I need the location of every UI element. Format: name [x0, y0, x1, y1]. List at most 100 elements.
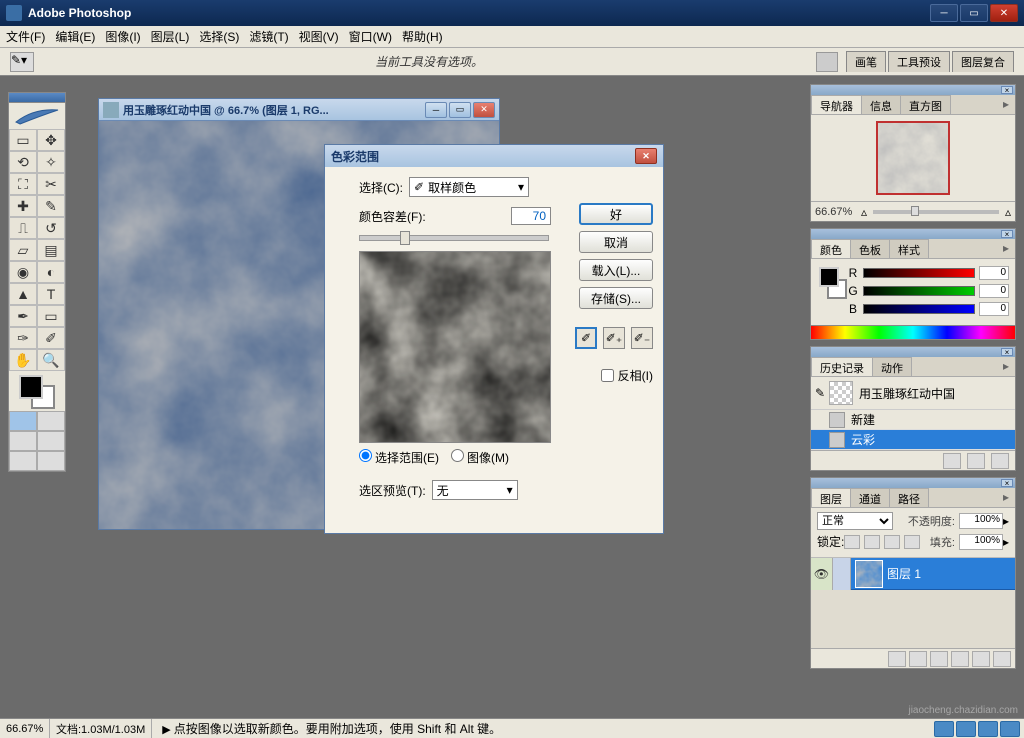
- layer-empty-area[interactable]: [811, 590, 1015, 648]
- link-column[interactable]: [833, 558, 851, 590]
- fuzziness-input[interactable]: 70: [511, 207, 551, 225]
- gradient-tool[interactable]: ▤: [37, 239, 65, 261]
- panel-close-icon[interactable]: ×: [1001, 230, 1013, 238]
- doc-minimize-button[interactable]: ─: [425, 102, 447, 118]
- new-snapshot-icon[interactable]: [967, 453, 985, 469]
- marquee-tool[interactable]: ▭: [9, 129, 37, 151]
- radio-image-input[interactable]: [451, 449, 464, 462]
- panel-close-icon[interactable]: ×: [1001, 86, 1013, 94]
- delete-layer-icon[interactable]: [993, 651, 1011, 667]
- zoom-slider-thumb[interactable]: [911, 206, 919, 216]
- tab-navigator[interactable]: 导航器: [811, 95, 862, 114]
- new-layer-icon[interactable]: [972, 651, 990, 667]
- history-brush-source-icon[interactable]: ✎: [815, 386, 829, 400]
- navigator-header[interactable]: ×: [811, 85, 1015, 95]
- status-docsize[interactable]: 文档:1.03M/1.03M: [50, 719, 152, 738]
- tab-channels[interactable]: 通道: [850, 488, 890, 507]
- b-value[interactable]: 0: [979, 302, 1009, 316]
- standard-mode[interactable]: [9, 411, 37, 431]
- history-snapshot-row[interactable]: ✎ 用玉雕琢红动中国: [811, 377, 1015, 410]
- cancel-button[interactable]: 取消: [579, 231, 653, 253]
- wand-tool[interactable]: ✧: [37, 151, 65, 173]
- blend-mode-select[interactable]: 正常: [817, 512, 893, 530]
- hand-tool[interactable]: ✋: [9, 349, 37, 371]
- layer-thumb[interactable]: [855, 560, 883, 588]
- tab-paths[interactable]: 路径: [889, 488, 929, 507]
- panel-close-icon[interactable]: ×: [1001, 479, 1013, 487]
- history-header[interactable]: ×: [811, 347, 1015, 357]
- blur-tool[interactable]: ◉: [9, 261, 37, 283]
- tab-styles[interactable]: 样式: [889, 239, 929, 258]
- eraser-tool[interactable]: ▱: [9, 239, 37, 261]
- zoom-in-icon[interactable]: ▵: [1005, 205, 1011, 219]
- tray-icon[interactable]: [1000, 721, 1020, 737]
- menu-image[interactable]: 图像(I): [105, 28, 140, 45]
- layers-header[interactable]: ×: [811, 478, 1015, 488]
- r-slider[interactable]: [863, 268, 975, 278]
- menu-edit[interactable]: 编辑(E): [55, 28, 95, 45]
- layer-mask-icon[interactable]: [909, 651, 927, 667]
- maximize-button[interactable]: ▭: [960, 4, 988, 22]
- select-dropdown[interactable]: ✐ 取样颜色 ▾: [409, 177, 529, 197]
- color-fg-icon[interactable]: [819, 267, 839, 287]
- ok-button[interactable]: 好: [579, 203, 653, 225]
- dialog-titlebar[interactable]: 色彩范围 ✕: [325, 145, 663, 167]
- layer-style-icon[interactable]: [888, 651, 906, 667]
- type-tool[interactable]: T: [37, 283, 65, 305]
- color-header[interactable]: ×: [811, 229, 1015, 239]
- jump-other[interactable]: [37, 451, 65, 471]
- heal-tool[interactable]: ✚: [9, 195, 37, 217]
- menu-view[interactable]: 视图(V): [299, 28, 339, 45]
- lock-position-icon[interactable]: [884, 535, 900, 549]
- palette-well-icon[interactable]: [816, 52, 838, 72]
- doc-close-button[interactable]: ✕: [473, 102, 495, 118]
- navigator-zoom-value[interactable]: 66.67%: [815, 206, 861, 218]
- zoom-out-icon[interactable]: ▵: [861, 205, 867, 219]
- zoom-slider[interactable]: [873, 210, 999, 214]
- menu-file[interactable]: 文件(F): [6, 28, 45, 45]
- b-slider[interactable]: [863, 304, 975, 314]
- lasso-tool[interactable]: ⟲: [9, 151, 37, 173]
- g-slider[interactable]: [863, 286, 975, 296]
- opt-tab-toolpreset[interactable]: 工具预设: [888, 51, 950, 72]
- tab-info[interactable]: 信息: [861, 95, 901, 114]
- menu-layer[interactable]: 图层(L): [151, 28, 190, 45]
- tray-icon[interactable]: [956, 721, 976, 737]
- panel-menu-icon[interactable]: ▸: [997, 488, 1015, 507]
- opt-tab-brush[interactable]: 画笔: [846, 51, 886, 72]
- tab-actions[interactable]: 动作: [872, 357, 912, 376]
- eyedropper-minus-icon[interactable]: ✐₋: [631, 327, 653, 349]
- menu-select[interactable]: 选择(S): [199, 28, 239, 45]
- history-step-clouds[interactable]: 云彩: [811, 430, 1015, 450]
- tab-histogram[interactable]: 直方图: [900, 95, 951, 114]
- invert-checkbox[interactable]: [601, 369, 614, 382]
- tab-color[interactable]: 颜色: [811, 239, 851, 258]
- history-brush-tool[interactable]: ↺: [37, 217, 65, 239]
- lock-all-icon[interactable]: [904, 535, 920, 549]
- eyedropper-icon[interactable]: ✐: [575, 327, 597, 349]
- eyedropper-tool[interactable]: ✐: [37, 327, 65, 349]
- menu-filter[interactable]: 滤镜(T): [249, 28, 288, 45]
- shape-tool[interactable]: ▭: [37, 305, 65, 327]
- dodge-tool[interactable]: ◐: [37, 261, 65, 283]
- menu-help[interactable]: 帮助(H): [402, 28, 443, 45]
- tab-swatches[interactable]: 色板: [850, 239, 890, 258]
- foreground-color-icon[interactable]: [19, 375, 43, 399]
- notes-tool[interactable]: ✑: [9, 327, 37, 349]
- tray-icon[interactable]: [934, 721, 954, 737]
- screenmode-1[interactable]: [9, 431, 37, 451]
- screenmode-2[interactable]: [37, 431, 65, 451]
- adjustment-layer-icon[interactable]: [951, 651, 969, 667]
- path-select-tool[interactable]: ▲: [9, 283, 37, 305]
- fill-value[interactable]: 100%: [959, 534, 1003, 550]
- zoom-tool[interactable]: 🔍: [37, 349, 65, 371]
- close-button[interactable]: ✕: [990, 4, 1018, 22]
- pen-tool[interactable]: ✒: [9, 305, 37, 327]
- color-swatch[interactable]: [9, 371, 65, 411]
- history-step-new[interactable]: 新建: [811, 410, 1015, 430]
- status-zoom[interactable]: 66.67%: [0, 719, 50, 738]
- g-value[interactable]: 0: [979, 284, 1009, 298]
- panel-close-icon[interactable]: ×: [1001, 348, 1013, 356]
- brush-tool[interactable]: ✎: [37, 195, 65, 217]
- tray-icon[interactable]: [978, 721, 998, 737]
